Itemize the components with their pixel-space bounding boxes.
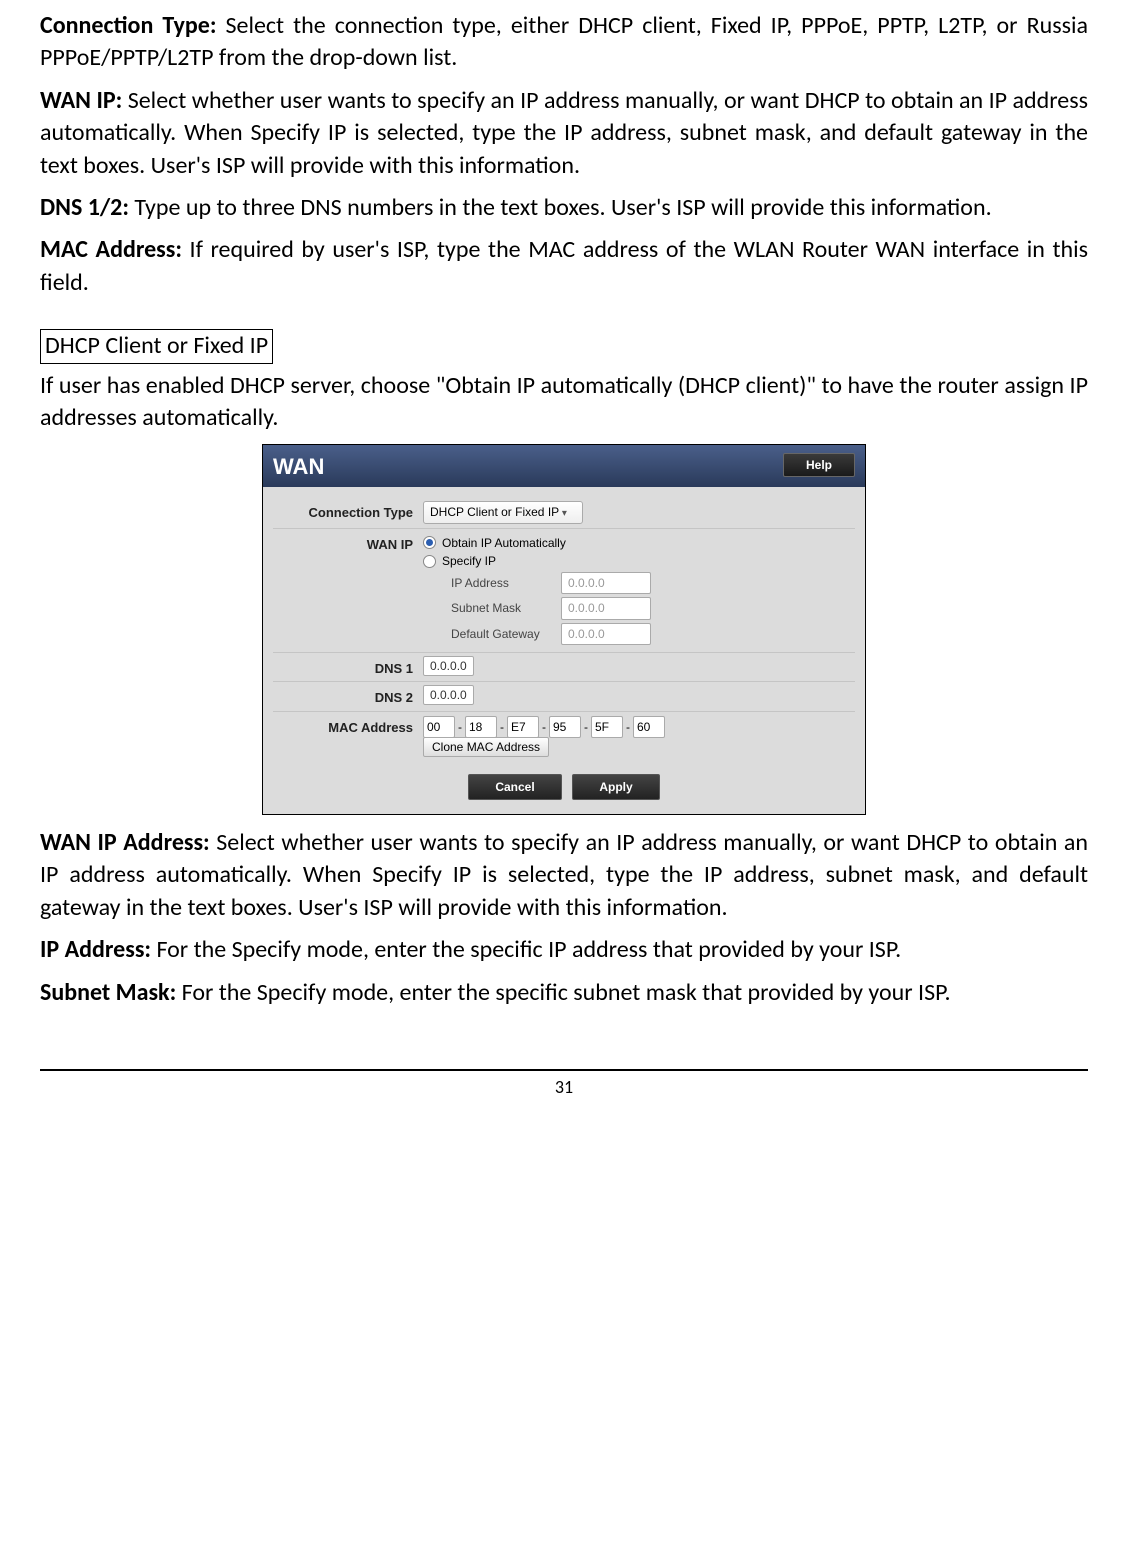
sublabel-subnet: Subnet Mask: [451, 600, 561, 616]
radio-label-specify: Specify IP: [442, 553, 496, 569]
radio-icon-specify: [423, 555, 436, 568]
input-gateway[interactable]: 0.0.0.0: [561, 623, 651, 645]
help-button[interactable]: Help: [783, 453, 855, 477]
label-connection-type-field: Connection Type: [273, 501, 423, 522]
subrow-subnet: Subnet Mask 0.0.0.0: [451, 597, 855, 619]
mac-box-1[interactable]: 18: [465, 716, 497, 738]
input-dns2[interactable]: 0.0.0.0: [423, 685, 474, 705]
para-dhcp-intro: If user has enabled DHCP server, choose …: [40, 370, 1088, 435]
mac-box-5[interactable]: 60: [633, 716, 665, 738]
label-wan-ip-field: WAN IP: [273, 533, 423, 554]
wan-figure: WAN Help Connection Type DHCP Client or …: [40, 444, 1088, 815]
page-number: 31: [555, 1076, 573, 1098]
row-dns2: DNS 2 0.0.0.0: [273, 681, 855, 711]
label-wan-ip-address: WAN IP Address:: [40, 828, 210, 857]
label-dns2: DNS 2: [273, 686, 423, 707]
mac-box-3[interactable]: 95: [549, 716, 581, 738]
radio-obtain-ip[interactable]: Obtain IP Automatically: [423, 535, 855, 551]
mac-box-2[interactable]: E7: [507, 716, 539, 738]
label-wan-ip: WAN IP:: [40, 86, 122, 115]
radio-specify-ip[interactable]: Specify IP: [423, 553, 855, 569]
mac-box-0[interactable]: 00: [423, 716, 455, 738]
mac-sep: -: [458, 719, 462, 735]
apply-button[interactable]: Apply: [572, 774, 659, 800]
para-ip-address: IP Address: For the Specify mode, enter …: [40, 934, 1088, 966]
subrow-gateway: Default Gateway 0.0.0.0: [451, 623, 855, 645]
subrow-ip-address: IP Address 0.0.0.0: [451, 572, 855, 594]
row-wan-ip: WAN IP Obtain IP Automatically Specify I…: [273, 528, 855, 652]
sublabel-ip-address: IP Address: [451, 575, 561, 591]
clone-mac-button[interactable]: Clone MAC Address: [423, 737, 549, 757]
mac-group: 00 - 18 - E7 - 95 - 5F - 60: [423, 716, 855, 738]
radio-label-obtain: Obtain IP Automatically: [442, 535, 566, 551]
para-connection-type: Connection Type: Select the connection t…: [40, 10, 1088, 75]
label-dns: DNS 1/2:: [40, 193, 129, 222]
text-subnet-mask: For the Specify mode, enter the specific…: [176, 978, 950, 1007]
input-subnet[interactable]: 0.0.0.0: [561, 597, 651, 619]
mac-box-4[interactable]: 5F: [591, 716, 623, 738]
text-wan-ip: Select whether user wants to specify an …: [40, 86, 1088, 180]
sublabel-gateway: Default Gateway: [451, 626, 561, 642]
label-ip-address: IP Address:: [40, 935, 151, 964]
para-wan-ip: WAN IP: Select whether user wants to spe…: [40, 85, 1088, 182]
wan-title: WAN: [273, 454, 324, 479]
para-subnet-mask: Subnet Mask: For the Specify mode, enter…: [40, 977, 1088, 1009]
label-connection-type: Connection Type:: [40, 11, 216, 40]
label-dns1: DNS 1: [273, 657, 423, 678]
para-dns: DNS 1/2: Type up to three DNS numbers in…: [40, 192, 1088, 224]
para-mac: MAC Address: If required by user's ISP, …: [40, 234, 1088, 299]
row-mac: MAC Address 00 - 18 - E7 - 95 - 5F - 60: [273, 711, 855, 760]
section-title-box: DHCP Client or Fixed IP: [40, 329, 273, 363]
mac-sep: -: [542, 719, 546, 735]
wan-form: Connection Type DHCP Client or Fixed IP …: [263, 487, 865, 814]
text-ip-address: For the Specify mode, enter the specific…: [151, 935, 901, 964]
wan-header: WAN Help: [263, 445, 865, 487]
row-connection-type: Connection Type DHCP Client or Fixed IP: [273, 497, 855, 528]
para-wan-ip-address: WAN IP Address: Select whether user want…: [40, 827, 1088, 924]
mac-sep: -: [584, 719, 588, 735]
text-dns: Type up to three DNS numbers in the text…: [129, 193, 992, 222]
input-dns1[interactable]: 0.0.0.0: [423, 656, 474, 676]
text-mac: If required by user's ISP, type the MAC …: [40, 235, 1088, 296]
page-footer: 31: [40, 1069, 1088, 1099]
mac-sep: -: [500, 719, 504, 735]
row-dns1: DNS 1 0.0.0.0: [273, 652, 855, 682]
wan-panel: WAN Help Connection Type DHCP Client or …: [262, 444, 866, 815]
input-ip-address[interactable]: 0.0.0.0: [561, 572, 651, 594]
action-row: Cancel Apply: [273, 760, 855, 810]
radio-icon-obtain: [423, 536, 436, 549]
label-mac-field: MAC Address: [273, 716, 423, 737]
label-mac: MAC Address:: [40, 235, 182, 264]
cancel-button[interactable]: Cancel: [468, 774, 561, 800]
label-subnet-mask: Subnet Mask:: [40, 978, 176, 1007]
mac-sep: -: [626, 719, 630, 735]
connection-type-select[interactable]: DHCP Client or Fixed IP: [423, 501, 583, 524]
